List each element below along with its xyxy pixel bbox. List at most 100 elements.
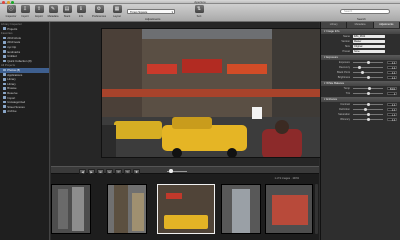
- value-field[interactable]: 0.0: [387, 60, 397, 65]
- adjustment-slider[interactable]: [353, 66, 383, 69]
- library-item-label: Projects: [7, 26, 18, 31]
- folder-icon: [3, 110, 6, 113]
- tab-library[interactable]: Library: [321, 22, 348, 28]
- folder-icon: [3, 91, 6, 95]
- next-button[interactable]: ▶: [88, 168, 95, 174]
- slider-knob[interactable]: [366, 118, 370, 121]
- filmstrip-scrollbar[interactable]: [315, 184, 318, 234]
- adjustment-slider[interactable]: [353, 108, 383, 111]
- zoom-slider-knob[interactable]: [169, 169, 173, 173]
- slider-knob[interactable]: [363, 108, 367, 111]
- inspector-tabs: Library Metadata Adjustments: [321, 22, 400, 28]
- toolbar-button-label: Preferences: [92, 14, 106, 18]
- slider-knob[interactable]: [366, 76, 370, 79]
- value-field[interactable]: 0.0: [387, 102, 397, 107]
- slider-knob[interactable]: [366, 103, 370, 106]
- viewer: [51, 22, 321, 166]
- adjustment-slider[interactable]: [353, 113, 383, 116]
- stack-icon: ▤: [62, 5, 72, 13]
- toolbar-button-label: Layout: [113, 14, 121, 18]
- folder-icon: [3, 54, 6, 58]
- inspector-row: Vibrancy 0.0: [321, 117, 400, 122]
- list-view-button[interactable]: ⊟: [106, 168, 113, 174]
- inspector-select[interactable]: Original: [353, 44, 385, 49]
- library-item-label: All Projects: [1, 63, 15, 68]
- inspector-row: Preset None: [321, 49, 400, 54]
- slider-knob[interactable]: [361, 71, 365, 74]
- previous-button[interactable]: ◀: [79, 168, 86, 174]
- library-item-label: Street Scenes: [7, 104, 25, 109]
- rotate-left-button[interactable]: ↺: [115, 168, 122, 174]
- adjustment-slider[interactable]: [353, 61, 383, 64]
- main-photo[interactable]: [101, 28, 321, 158]
- inspector-select[interactable]: None: [353, 49, 385, 54]
- add-button[interactable]: ✚: [133, 168, 140, 174]
- info-button[interactable]: ℹ Info: [72, 5, 90, 21]
- folder-icon: [3, 82, 6, 86]
- adjustment-slider[interactable]: [353, 103, 383, 106]
- library-item-label: Library: [7, 77, 16, 82]
- folder-icon: [3, 87, 6, 90]
- thumbnail-selected[interactable]: [157, 184, 215, 234]
- adjustment-slider[interactable]: [353, 71, 383, 74]
- library-item-label: Archive: [7, 109, 17, 114]
- folder-icon: [3, 41, 6, 44]
- value-field[interactable]: 0.0: [387, 75, 397, 80]
- folder-icon: [3, 36, 6, 40]
- slider-knob[interactable]: [366, 61, 370, 64]
- preferences-button[interactable]: ⚙ Preferences: [90, 5, 108, 21]
- inspector-icon: ⓘ: [6, 5, 16, 13]
- folder-icon: [3, 27, 6, 30]
- folder-icon: [3, 100, 6, 104]
- value-field[interactable]: 0.0: [387, 65, 397, 70]
- library-item-label: Untitled: [7, 54, 17, 59]
- library-item-label: Favorites: [1, 31, 13, 36]
- value-field[interactable]: 5000: [387, 86, 397, 91]
- library-item[interactable]: Archive: [0, 109, 49, 114]
- adjustment-slider[interactable]: [353, 92, 383, 95]
- folder-icon: [3, 73, 6, 76]
- library-item-label: Import: [7, 95, 16, 100]
- inspector-row-label: Brightness: [337, 76, 350, 79]
- project-select[interactable]: Times Square: [127, 8, 175, 14]
- library-item-label: landmarks: [7, 49, 21, 54]
- layout-icon: ▦: [112, 5, 122, 13]
- times-square-photo: [102, 29, 320, 157]
- inspector-select[interactable]: IMG_0842: [353, 34, 385, 39]
- value-field[interactable]: 0.0: [387, 70, 397, 75]
- library-item-label: Quick Collection (8): [7, 58, 32, 63]
- library-item-label: 2010 tests: [7, 40, 21, 45]
- rotate-right-button[interactable]: ↻: [124, 168, 131, 174]
- tab-metadata[interactable]: Metadata: [347, 22, 374, 28]
- thumbnail[interactable]: [221, 184, 261, 234]
- value-field[interactable]: 0.0: [387, 107, 397, 112]
- thumbnail[interactable]: [51, 184, 91, 234]
- thumbnail[interactable]: [107, 184, 147, 234]
- inspector-select[interactable]: Master: [353, 39, 385, 44]
- sort-button[interactable]: ⇅ Sort: [190, 5, 208, 21]
- value-field[interactable]: 0: [387, 91, 397, 96]
- adjustment-slider[interactable]: [353, 87, 383, 90]
- inspector-row-label: Vibrancy: [339, 118, 350, 121]
- slider-knob[interactable]: [366, 92, 370, 95]
- slider-knob[interactable]: [358, 66, 362, 69]
- library-item-label: Photos (8): [7, 67, 21, 72]
- export-icon: ⇧: [34, 5, 44, 13]
- thumbnail[interactable]: [265, 184, 313, 234]
- library-pane: Library Inspector Projects Favorites 2010 s…: [0, 22, 50, 240]
- sort-icon: ⇅: [194, 5, 204, 13]
- inspector-row: Tint 0: [321, 91, 400, 96]
- slider-knob[interactable]: [367, 87, 371, 90]
- layout-button[interactable]: ▦ Layout: [108, 5, 126, 21]
- library-item-label: Library: [7, 81, 16, 86]
- tab-adjustments[interactable]: Adjustments: [373, 22, 400, 28]
- adjustments-label: Adjustments: [145, 16, 161, 21]
- zoom-slider[interactable]: [167, 169, 187, 173]
- adjustment-slider[interactable]: [353, 118, 383, 121]
- grid-view-button[interactable]: ⊞: [97, 168, 104, 174]
- value-field[interactable]: 0.0: [387, 117, 397, 122]
- value-field[interactable]: 1.0: [387, 112, 397, 117]
- search-input[interactable]: Search: [340, 9, 390, 14]
- slider-knob[interactable]: [366, 113, 370, 116]
- adjustment-slider[interactable]: [353, 76, 383, 79]
